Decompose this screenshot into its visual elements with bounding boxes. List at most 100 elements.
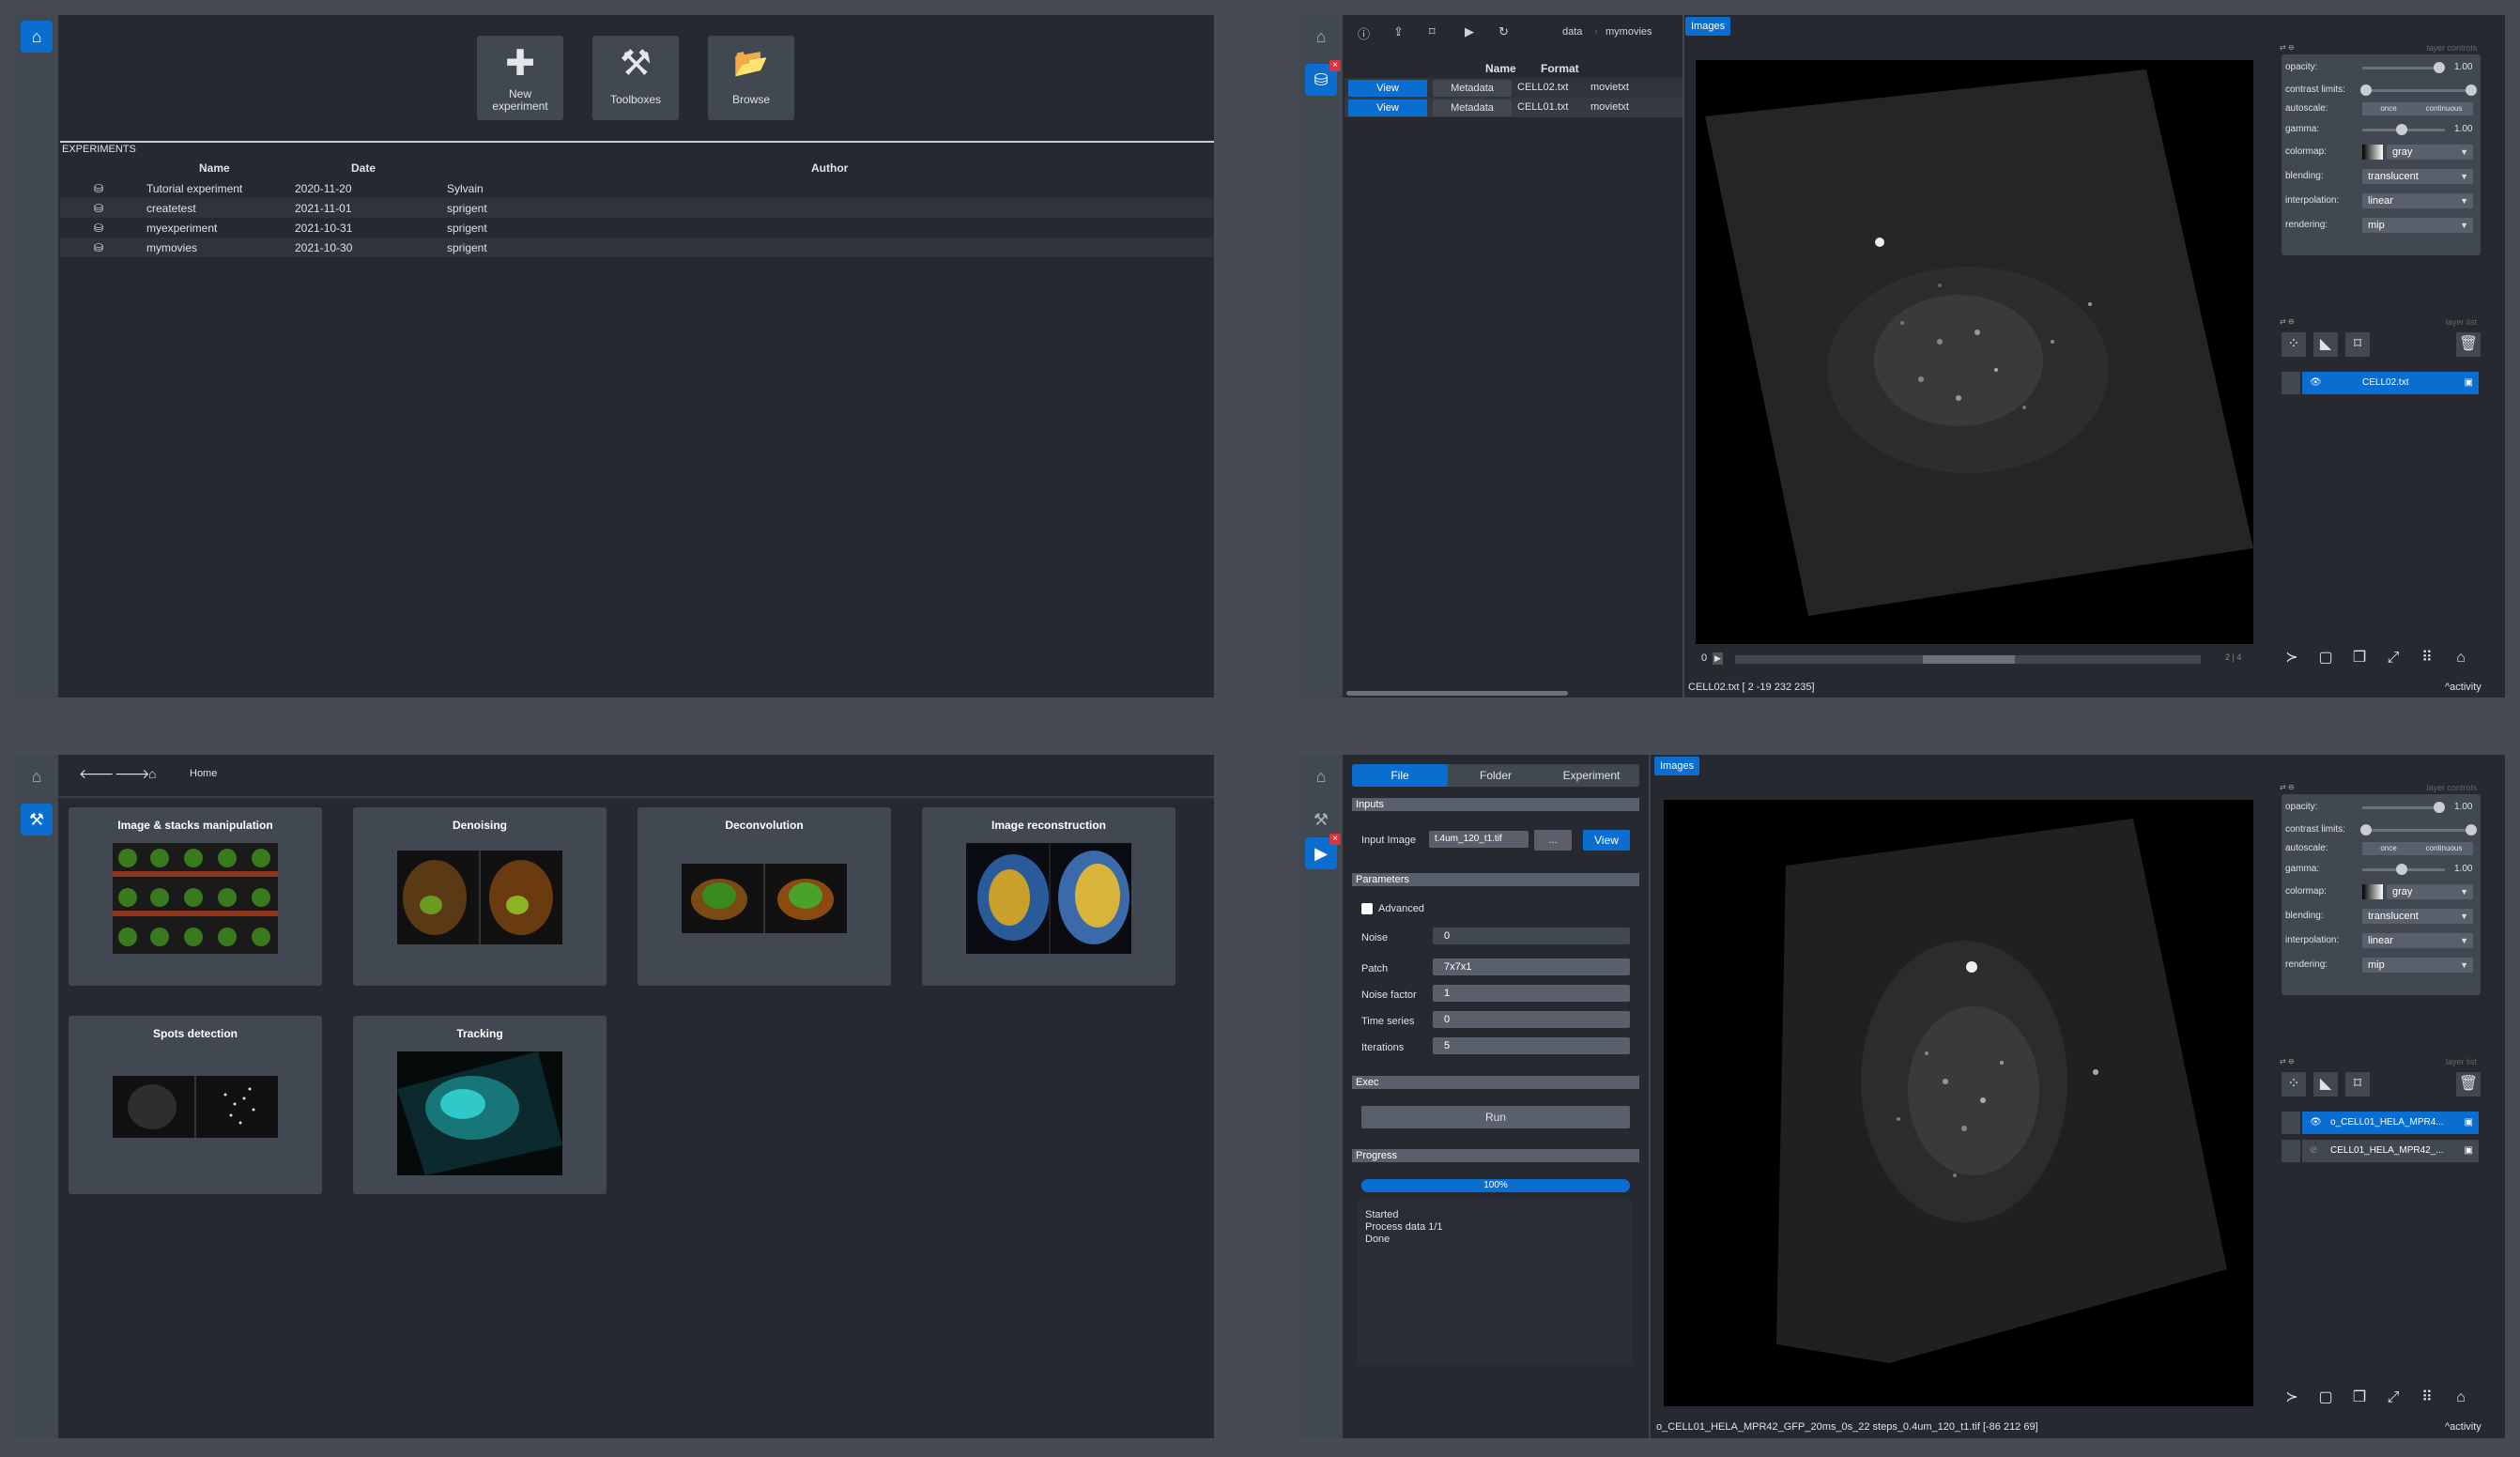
ndisplay-icon[interactable]: ▢ (2313, 646, 2338, 670)
tag-icon[interactable]: ⌑ (1429, 24, 1436, 39)
transpose-icon[interactable]: ⤢ (2381, 646, 2405, 670)
interpolation-select[interactable]: linear ▼ (2362, 933, 2473, 948)
autoscale-once[interactable]: once (2362, 102, 2415, 115)
image-canvas[interactable] (1696, 60, 2253, 644)
rendering-select[interactable]: mip ▼ (2362, 218, 2473, 233)
opacity-slider[interactable] (2362, 67, 2445, 69)
ndisplay-icon[interactable]: ▢ (2313, 1386, 2338, 1410)
autoscale-once[interactable]: once (2362, 842, 2415, 855)
layer-row[interactable]: 👁 CELL02.txt ▣ (2302, 372, 2479, 394)
layer-handle[interactable] (2282, 1112, 2300, 1134)
points-layer-icon[interactable]: ⁘ (2282, 1072, 2306, 1097)
layer-handle[interactable] (2282, 372, 2300, 394)
breadcrumb-data[interactable]: data (1562, 26, 1582, 38)
shapes-layer-icon[interactable]: ◣ (2313, 1072, 2338, 1097)
contrast-knob-low[interactable] (2360, 84, 2372, 96)
toolboxes-tab-button[interactable]: ⚒ (1305, 804, 1337, 836)
horizontal-scrollbar[interactable] (1346, 691, 1568, 696)
labels-layer-icon[interactable]: ⌑ (2345, 1072, 2370, 1097)
advanced-checkbox[interactable] (1361, 903, 1373, 914)
image-canvas[interactable] (1664, 800, 2253, 1406)
contrast-knob-high[interactable] (2466, 84, 2477, 96)
slider-thumb[interactable] (1923, 655, 2015, 664)
run-button[interactable]: Run (1361, 1106, 1630, 1128)
tab-file[interactable]: File (1352, 764, 1448, 787)
roll-icon[interactable]: ❒ (2347, 1386, 2372, 1410)
layer-item[interactable]: 👁 CELL02.txt ▣ (2282, 372, 2479, 394)
shapes-layer-icon[interactable]: ◣ (2313, 332, 2338, 357)
toolbox-card-tracking[interactable]: Tracking (353, 1016, 607, 1194)
contrast-slider[interactable] (2366, 829, 2469, 832)
tab-experiment[interactable]: Experiment (1544, 764, 1639, 787)
home-button[interactable]: ⌂ (1305, 760, 1337, 792)
blending-select[interactable]: translucent ▼ (2362, 169, 2473, 184)
browse-button[interactable]: ... (1534, 830, 1572, 851)
metadata-button[interactable]: Metadata (1433, 100, 1512, 116)
points-layer-icon[interactable]: ⁘ (2282, 332, 2306, 357)
autoscale-continuous[interactable]: continuous (2415, 102, 2473, 115)
toolboxes-button[interactable]: ⚒ Toolboxes (592, 36, 679, 120)
console-icon[interactable]: ≻ (2280, 646, 2304, 670)
close-icon[interactable]: × (1329, 60, 1341, 71)
interpolation-select[interactable]: linear ▼ (2362, 193, 2473, 208)
toolbox-card-deconvolution[interactable]: Deconvolution (638, 807, 891, 986)
images-tab[interactable]: Images (1685, 17, 1731, 36)
tab-folder[interactable]: Folder (1448, 764, 1544, 787)
trash-icon[interactable]: 🗑 (2456, 1072, 2481, 1097)
toolboxes-tab-button[interactable]: ⚒ (21, 804, 53, 836)
gamma-knob[interactable] (2396, 864, 2407, 875)
noise-factor-field[interactable]: 1 (1433, 985, 1630, 1002)
toolbox-card-image-stacks[interactable]: Image & stacks manipulation (69, 807, 322, 986)
opacity-slider[interactable] (2362, 806, 2445, 809)
colormap-select[interactable]: gray ▼ (2387, 884, 2473, 899)
layer-row[interactable]: 👁 o_CELL01_HELA_MPR4... ▣ (2302, 1112, 2479, 1134)
time-series-field[interactable]: 0 (1433, 1011, 1630, 1028)
play-icon[interactable]: ▶ (1465, 24, 1474, 39)
layer-handle[interactable] (2282, 1140, 2300, 1162)
layer-item[interactable]: 👁 o_CELL01_HELA_MPR4... ▣ (2282, 1112, 2479, 1134)
dims-slider[interactable]: 0 ▶ 2 | 4 (1696, 652, 2253, 667)
rendering-select[interactable]: mip ▼ (2362, 958, 2473, 973)
table-row[interactable]: ⛁ myexperiment 2021-10-31 sprigent (60, 218, 1214, 238)
grid-icon[interactable]: ⠿ (2415, 1386, 2439, 1410)
info-icon[interactable]: ⓘ (1358, 24, 1370, 42)
activity-button[interactable]: ^activity (2445, 1421, 2482, 1433)
forward-arrow-icon[interactable]: 🡒 (115, 766, 150, 782)
transpose-icon[interactable]: ⤢ (2381, 1386, 2405, 1410)
table-row[interactable]: ⛁ createtest 2021-11-01 sprigent (60, 198, 1214, 218)
home-button[interactable]: ⌂ (1305, 21, 1337, 53)
home-icon[interactable]: ⌂ (148, 766, 156, 781)
activity-button[interactable]: ^activity (2445, 682, 2482, 693)
view-button[interactable]: View (1348, 100, 1427, 116)
home-button[interactable]: ⌂ (21, 21, 53, 53)
toolbox-card-image-reconstruction[interactable]: Image reconstruction (922, 807, 1175, 986)
close-icon[interactable]: × (1329, 834, 1341, 845)
home-icon[interactable]: ⌂ (2449, 646, 2473, 670)
labels-layer-icon[interactable]: ⌑ (2345, 332, 2370, 357)
home-icon[interactable]: ⌂ (2449, 1386, 2473, 1410)
upload-icon[interactable]: ⇪ (1393, 24, 1404, 39)
eye-icon[interactable]: 👁 (2310, 372, 2322, 394)
blending-select[interactable]: translucent ▼ (2362, 909, 2473, 924)
metadata-button[interactable]: Metadata (1433, 80, 1512, 97)
browse-button[interactable]: 📂 Browse (708, 36, 794, 120)
gamma-knob[interactable] (2396, 124, 2407, 135)
patch-field[interactable]: 7x7x1 (1433, 959, 1630, 975)
layer-item[interactable]: ⊘ CELL01_HELA_MPR42_... ▣ (2282, 1140, 2479, 1162)
process-tab-button[interactable]: ▶ × (1305, 834, 1341, 869)
table-row[interactable]: ⛁ Tutorial experiment 2020-11-20 Sylvain (60, 178, 1214, 198)
autoscale-continuous[interactable]: continuous (2415, 842, 2473, 855)
noise-select[interactable]: 0 (1433, 928, 1630, 944)
opacity-knob[interactable] (2434, 62, 2445, 73)
images-tab[interactable]: Images (1654, 757, 1700, 775)
contrast-knob-high[interactable] (2466, 824, 2477, 836)
toolbox-card-spots-detection[interactable]: Spots detection (69, 1016, 322, 1194)
breadcrumb-mymovies[interactable]: mymovies (1606, 26, 1652, 38)
trash-icon[interactable]: 🗑 (2456, 332, 2481, 357)
layer-row[interactable]: ⊘ CELL01_HELA_MPR42_... ▣ (2302, 1140, 2479, 1162)
roll-icon[interactable]: ❒ (2347, 646, 2372, 670)
input-image-field[interactable]: t.4um_120_t1.tif (1429, 831, 1529, 848)
back-arrow-icon[interactable]: 🡐 (79, 766, 115, 782)
eye-icon[interactable]: 👁 (2310, 1112, 2322, 1134)
view-button[interactable]: View (1348, 80, 1427, 97)
